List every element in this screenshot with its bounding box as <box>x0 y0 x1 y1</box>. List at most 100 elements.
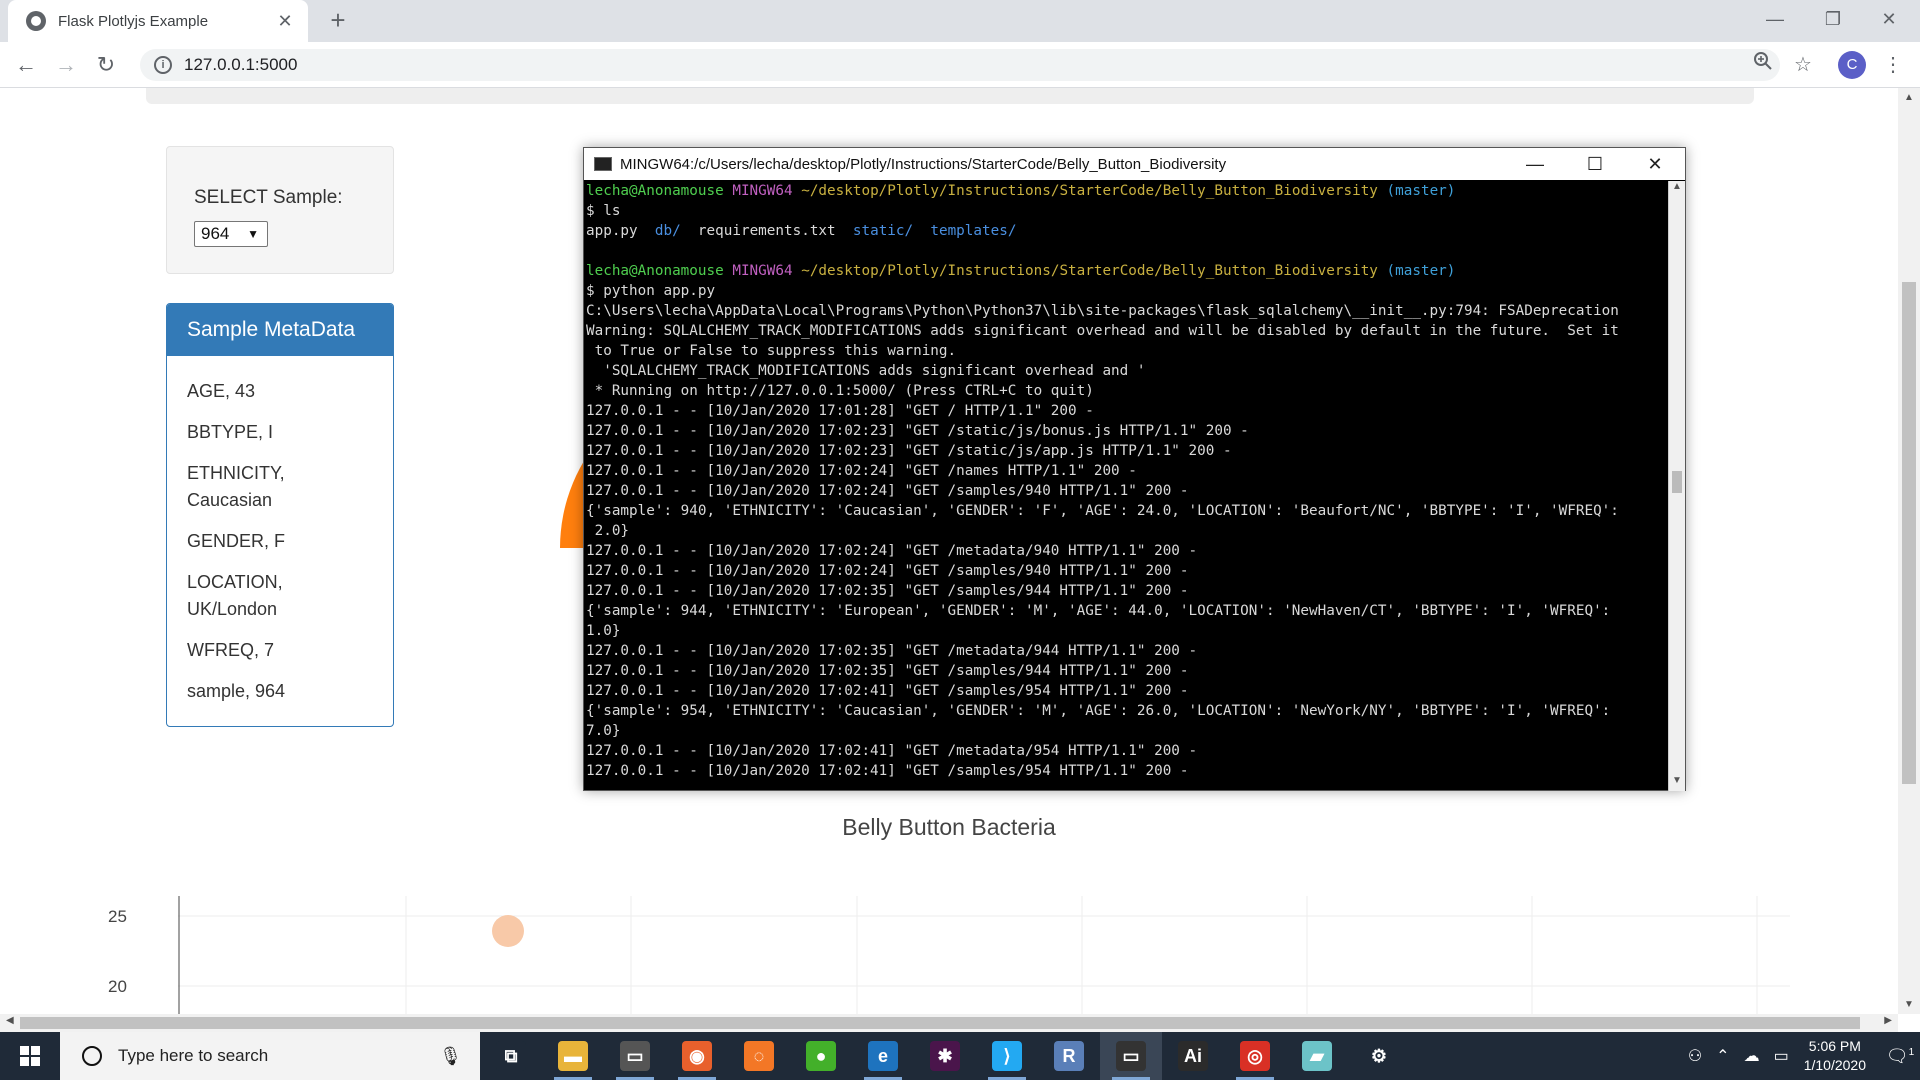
terminal-log-line: 127.0.0.1 - - [10/Jan/2020 17:02:35] "GE… <box>586 583 1189 599</box>
terminal-command: $ ls <box>586 203 621 219</box>
taskbar-app-git-bash[interactable]: ▭ <box>1100 1032 1162 1080</box>
close-tab-icon[interactable]: ✕ <box>274 11 296 32</box>
back-button[interactable]: ← <box>8 47 44 83</box>
taskbar-app-notes[interactable]: ▰ <box>1286 1032 1348 1080</box>
onedrive-icon[interactable]: ☁ <box>1744 1046 1760 1066</box>
bubble-grid <box>178 896 1790 1014</box>
terminal-scroll-thumb[interactable] <box>1672 471 1682 493</box>
metadata-title: Sample MetaData <box>167 304 393 356</box>
scroll-left-icon[interactable]: ◀ <box>6 1015 14 1026</box>
address-bar[interactable]: i 127.0.0.1:5000 <box>140 49 1780 81</box>
people-icon[interactable]: ⚇ <box>1688 1046 1702 1066</box>
notification-center-button[interactable]: 🗨1 <box>1880 1046 1920 1067</box>
site-info-icon[interactable]: i <box>154 56 172 74</box>
windows-taskbar: Type here to search 🎙 ⧉ ▬ ▭ ◉ ◌ ● e ✱ ⟩ R ▭ Ai ◎ ▰ ⚙ ⚇… <box>0 1032 1920 1080</box>
window-close-button[interactable]: ✕ <box>1866 0 1912 40</box>
taskbar-app-slack[interactable]: ✱ <box>914 1032 976 1080</box>
taskbar-app-vscode[interactable]: ⟩ <box>976 1032 1038 1080</box>
taskbar-search[interactable]: Type here to search 🎙 <box>60 1032 480 1080</box>
file-explorer-icon: ▬ <box>558 1041 588 1071</box>
taskbar-app-firefox[interactable]: ◉ <box>666 1032 728 1080</box>
git-bash-icon: ▭ <box>1116 1041 1146 1071</box>
edge-icon: e <box>868 1041 898 1071</box>
taskbar-app-illustrator[interactable]: Ai <box>1162 1032 1224 1080</box>
zoom-icon[interactable] <box>1748 50 1778 80</box>
slack-icon: ✱ <box>930 1041 960 1071</box>
window-restore-button[interactable]: ❐ <box>1810 0 1856 40</box>
scroll-right-icon[interactable]: ▶ <box>1884 1015 1892 1026</box>
clock-date: 1/10/2020 <box>1803 1057 1866 1073</box>
terminal-ls-output: app.py db/ requirements.txt static/ temp… <box>586 223 1017 239</box>
battery-icon[interactable]: ▭ <box>1774 1046 1789 1066</box>
terminal-titlebar[interactable]: MINGW64:/c/Users/lecha/desktop/Plotly/In… <box>584 148 1685 180</box>
terminal-maximize-button[interactable]: ☐ <box>1565 154 1625 175</box>
new-tab-button[interactable]: + <box>322 4 354 36</box>
metadata-item: BBTYPE, I <box>187 422 274 442</box>
scroll-up-icon[interactable]: ▲ <box>1898 92 1920 103</box>
system-tray: ⚇ ⌃ ☁ ▭ 5:06 PM 1/10/2020 🗨1 <box>1681 1032 1920 1080</box>
terminal-log-line: 127.0.0.1 - - [10/Jan/2020 17:02:35] "GE… <box>586 663 1189 679</box>
terminal-close-button[interactable]: ✕ <box>1625 154 1685 175</box>
bubble-chart[interactable]: 25 20 <box>60 896 1800 1014</box>
cortana-icon <box>82 1046 102 1066</box>
terminal-log-line: 127.0.0.1 - - [10/Jan/2020 17:02:41] "GE… <box>586 683 1189 699</box>
terminal-log-line: {'sample': 944, 'ETHNICITY': 'European',… <box>586 603 1611 619</box>
browser-toolbar: ← → ↻ i 127.0.0.1:5000 ☆ C ⋮ <box>0 42 1920 88</box>
terminal-output[interactable]: lecha@Anonamouse MINGW64 ~/desktop/Plotl… <box>584 181 1668 791</box>
page-horizontal-scrollbar[interactable]: ◀ ▶ <box>0 1014 1898 1032</box>
taskbar-clock[interactable]: 5:06 PM 1/10/2020 <box>1804 1037 1866 1075</box>
metadata-item: sample, 964 <box>187 681 286 701</box>
page-vertical-scrollbar[interactable]: ▲ ▼ <box>1898 88 1920 1014</box>
taskbar-apps: ⧉ ▬ ▭ ◉ ◌ ● e ✱ ⟩ R ▭ Ai ◎ ▰ ⚙ <box>480 1032 1410 1080</box>
terminal-log-line: 127.0.0.1 - - [10/Jan/2020 17:02:24] "GE… <box>586 563 1189 579</box>
horizontal-scroll-thumb[interactable] <box>20 1017 1860 1029</box>
url-text: 127.0.0.1:5000 <box>184 55 298 74</box>
taskbar-app-task-view[interactable]: ⧉ <box>480 1032 542 1080</box>
profile-avatar[interactable]: C <box>1838 51 1866 79</box>
vscode-icon: ⟩ <box>992 1041 1022 1071</box>
terminal-log-line: 2.0} <box>586 523 630 539</box>
terminal-log-line: 127.0.0.1 - - [10/Jan/2020 17:02:23] "GE… <box>586 423 1249 439</box>
taskbar-app-r[interactable]: R <box>1038 1032 1100 1080</box>
metadata-item: WFREQ, 7 <box>187 640 275 660</box>
terminal-scrollbar[interactable]: ▲ ▼ <box>1668 181 1685 791</box>
page-scroll-thumb[interactable] <box>1902 282 1916 784</box>
taskbar-app-edge[interactable]: e <box>852 1032 914 1080</box>
metadata-panel: Sample MetaData AGE, 43 BBTYPE, I ETHNIC… <box>166 303 394 727</box>
taskbar-app-jupyter[interactable]: ◌ <box>728 1032 790 1080</box>
show-hidden-icons-icon[interactable]: ⌃ <box>1716 1046 1729 1066</box>
dropdown-arrow-icon: ▼ <box>247 227 259 241</box>
terminal-log-line: 127.0.0.1 - - [10/Jan/2020 17:02:41] "GE… <box>586 763 1189 779</box>
forward-button[interactable]: → <box>48 47 84 83</box>
select-sample-label: SELECT Sample: <box>194 187 343 208</box>
terminal-icon <box>594 157 612 171</box>
scroll-down-icon[interactable]: ▼ <box>1669 775 1685 791</box>
taskbar-app-anaconda[interactable]: ● <box>790 1032 852 1080</box>
taskbar-app-terminal-app[interactable]: ▭ <box>604 1032 666 1080</box>
reload-button[interactable]: ↻ <box>88 47 124 83</box>
start-button[interactable] <box>0 1032 60 1080</box>
notification-icon: 🗨 <box>1885 1045 1909 1066</box>
taskbar-app-settings[interactable]: ⚙ <box>1348 1032 1410 1080</box>
chrome-icon: ◎ <box>1240 1041 1270 1071</box>
scroll-down-icon[interactable]: ▼ <box>1898 999 1920 1010</box>
browser-tab[interactable]: Flask Plotlyjs Example ✕ <box>8 0 308 42</box>
page-viewport: SELECT Sample: 964 ▼ Sample MetaData AGE… <box>0 88 1898 1014</box>
y-tick-25: 25 <box>108 907 127 926</box>
terminal-log-line: * Running on http://127.0.0.1:5000/ (Pre… <box>586 383 1094 399</box>
terminal-window[interactable]: MINGW64:/c/Users/lecha/desktop/Plotly/In… <box>583 147 1686 791</box>
scroll-up-icon[interactable]: ▲ <box>1669 181 1685 197</box>
window-minimize-button[interactable]: — <box>1752 0 1798 40</box>
sample-select[interactable]: 964 ▼ <box>194 221 268 247</box>
taskbar-app-file-explorer[interactable]: ▬ <box>542 1032 604 1080</box>
task-view-icon: ⧉ <box>496 1041 526 1071</box>
tab-strip: Flask Plotlyjs Example ✕ + — ❐ ✕ <box>0 0 1920 42</box>
browser-menu-icon[interactable]: ⋮ <box>1878 50 1908 80</box>
terminal-minimize-button[interactable]: — <box>1505 154 1565 175</box>
bubble-marker[interactable] <box>492 915 524 947</box>
microphone-icon[interactable]: 🎙 <box>439 1046 462 1067</box>
terminal-log-line: 127.0.0.1 - - [10/Jan/2020 17:02:24] "GE… <box>586 483 1189 499</box>
bookmark-star-icon[interactable]: ☆ <box>1788 50 1818 80</box>
taskbar-app-chrome[interactable]: ◎ <box>1224 1032 1286 1080</box>
tab-title: Flask Plotlyjs Example <box>58 12 209 30</box>
